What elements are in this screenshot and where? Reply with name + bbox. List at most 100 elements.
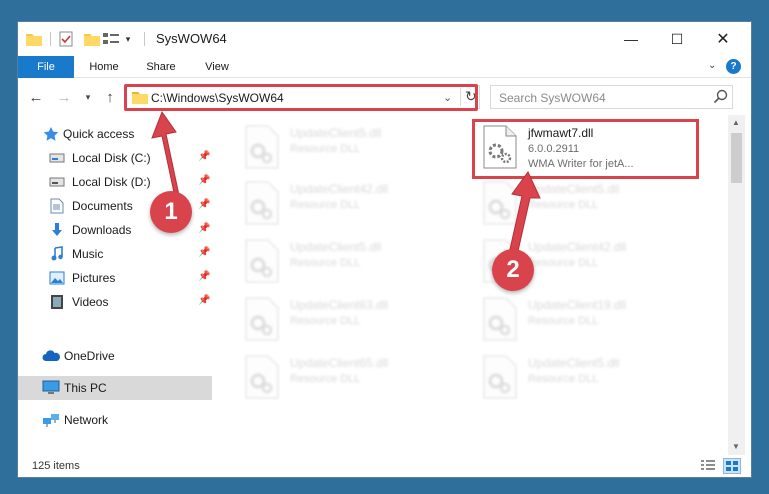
list-item[interactable]: UpdateClient65.dll Resource DLL	[234, 349, 464, 405]
recent-locations-icon[interactable]: ▾	[82, 87, 94, 107]
dll-file-icon	[480, 297, 518, 341]
status-bar: 125 items	[18, 455, 751, 477]
sidebar-item-music[interactable]: Music 📌	[18, 242, 212, 266]
network-icon	[42, 412, 60, 428]
sidebar-item-onedrive[interactable]: OneDrive	[18, 344, 212, 368]
star-icon	[42, 126, 60, 142]
file-name: UpdateClient42.dll	[290, 182, 389, 196]
sidebar-item-network[interactable]: Network	[18, 408, 212, 432]
search-box[interactable]: Search SysWOW64	[490, 85, 733, 109]
dll-file-icon	[242, 125, 280, 169]
sidebar-item-videos[interactable]: Videos 📌	[18, 290, 212, 314]
pin-icon[interactable]: 📌	[198, 199, 210, 210]
ribbon-expand-icon[interactable]: ⌄	[708, 60, 716, 71]
help-icon[interactable]: ?	[726, 59, 741, 74]
folder-icon[interactable]	[26, 30, 42, 48]
file-list: UpdateClient5.dll Resource DLL UpdateCli…	[228, 115, 728, 455]
sidebar-item-label: This PC	[64, 381, 107, 395]
file-name: UpdateClient5.dll	[528, 356, 620, 370]
drive-icon	[48, 150, 66, 166]
list-item[interactable]: UpdateClient5.dll Resource DLL	[234, 233, 464, 289]
file-name: UpdateClient5.dll	[528, 182, 620, 196]
title-separator	[144, 32, 145, 46]
back-arrow-icon[interactable]: ←	[26, 87, 46, 107]
quick-access-separator	[50, 32, 51, 46]
sidebar-item-label: Local Disk (D:)	[72, 175, 151, 189]
sidebar-item-label: Pictures	[72, 271, 116, 285]
file-description: Resource DLL	[528, 315, 599, 327]
sidebar-item-pictures[interactable]: Pictures 📌	[18, 266, 212, 290]
pin-icon[interactable]: 📌	[198, 175, 210, 186]
file-name: UpdateClient5.dll	[290, 240, 382, 254]
tab-view[interactable]: View	[194, 56, 240, 78]
close-button[interactable]: ✕	[700, 22, 746, 56]
drive-icon	[48, 174, 66, 190]
item-count: 125 items	[32, 460, 80, 472]
sidebar-item-quick-access[interactable]: Quick access	[18, 122, 212, 146]
quick-access-dropdown-icon[interactable]: ▾	[122, 30, 134, 48]
scroll-down-icon[interactable]: ▼	[732, 442, 740, 451]
list-item[interactable]: UpdateClient5.dll Resource DLL	[472, 349, 702, 405]
new-folder-icon[interactable]	[84, 30, 100, 48]
pin-icon[interactable]: 📌	[198, 151, 210, 162]
search-icon[interactable]	[713, 89, 729, 105]
sidebar-item-label: Local Disk (C:)	[72, 151, 151, 165]
scroll-up-icon[interactable]: ▲	[732, 118, 740, 127]
customize-icon[interactable]	[102, 30, 120, 48]
search-input[interactable]: Search SysWOW64	[499, 91, 606, 105]
large-icons-view-icon[interactable]	[723, 458, 741, 474]
pictures-icon	[48, 270, 66, 286]
sidebar-item-label: Network	[64, 413, 109, 427]
documents-icon	[48, 198, 66, 214]
list-item[interactable]: UpdateClient5.dll Resource DLL	[472, 175, 702, 231]
list-item[interactable]: UpdateClient42.dll Resource DLL	[234, 175, 464, 231]
file-description: Resource DLL	[290, 199, 361, 211]
tab-file[interactable]: File	[18, 56, 74, 78]
sidebar-item-label: Downloads	[72, 223, 132, 237]
callout-2: 2	[492, 249, 534, 291]
file-name: UpdateClient19.dll	[528, 298, 627, 312]
downloads-icon	[48, 222, 66, 238]
file-name: UpdateClient65.dll	[290, 356, 389, 370]
sidebar-item-label: OneDrive	[64, 349, 115, 363]
dll-file-icon	[242, 239, 280, 283]
dll-file-icon	[480, 181, 518, 225]
callout-1: 1	[150, 191, 192, 233]
file-description: Resource DLL	[528, 373, 599, 385]
sidebar-item-label: Music	[72, 247, 104, 261]
sidebar-item-local-disk-c[interactable]: Local Disk (C:) 📌	[18, 146, 212, 170]
pin-icon[interactable]: 📌	[198, 247, 210, 258]
details-view-icon[interactable]	[700, 459, 716, 473]
vertical-scrollbar[interactable]: ▲ ▼	[728, 115, 745, 455]
file-description: Resource DLL	[290, 143, 361, 155]
up-arrow-icon[interactable]: ↑	[100, 87, 120, 107]
dll-file-icon	[480, 355, 518, 399]
file-description: Resource DLL	[290, 257, 361, 269]
file-name: UpdateClient5.dll	[290, 126, 382, 140]
videos-icon	[48, 294, 66, 310]
navigation-pane: Quick access Local Disk (C:) 📌 Local Dis…	[18, 115, 212, 455]
pin-icon[interactable]: 📌	[198, 271, 210, 282]
scroll-thumb[interactable]	[731, 133, 742, 183]
pin-icon[interactable]: 📌	[198, 223, 210, 234]
address-bar-highlight	[124, 84, 478, 111]
sidebar-item-label: Quick access	[63, 127, 135, 141]
minimize-button[interactable]: —	[608, 22, 654, 56]
list-item[interactable]: UpdateClient63.dll Resource DLL	[234, 291, 464, 347]
tab-share[interactable]: Share	[136, 56, 186, 78]
maximize-button[interactable]: ☐	[654, 22, 700, 56]
forward-arrow-icon[interactable]: →	[54, 87, 74, 107]
dll-file-icon	[242, 297, 280, 341]
list-item[interactable]: UpdateClient19.dll Resource DLL	[472, 291, 702, 347]
list-item[interactable]: UpdateClient5.dll Resource DLL	[234, 119, 464, 175]
properties-check-icon[interactable]	[58, 30, 74, 48]
music-icon	[48, 246, 66, 262]
file-description: Resource DLL	[528, 257, 599, 269]
sidebar-item-local-disk-d[interactable]: Local Disk (D:) 📌	[18, 170, 212, 194]
dll-file-icon	[242, 355, 280, 399]
pin-icon[interactable]: 📌	[198, 295, 210, 306]
sidebar-item-this-pc[interactable]: This PC	[18, 376, 212, 400]
sidebar-item-label: Videos	[72, 295, 109, 309]
file-description: Resource DLL	[290, 373, 361, 385]
tab-home[interactable]: Home	[80, 56, 128, 78]
